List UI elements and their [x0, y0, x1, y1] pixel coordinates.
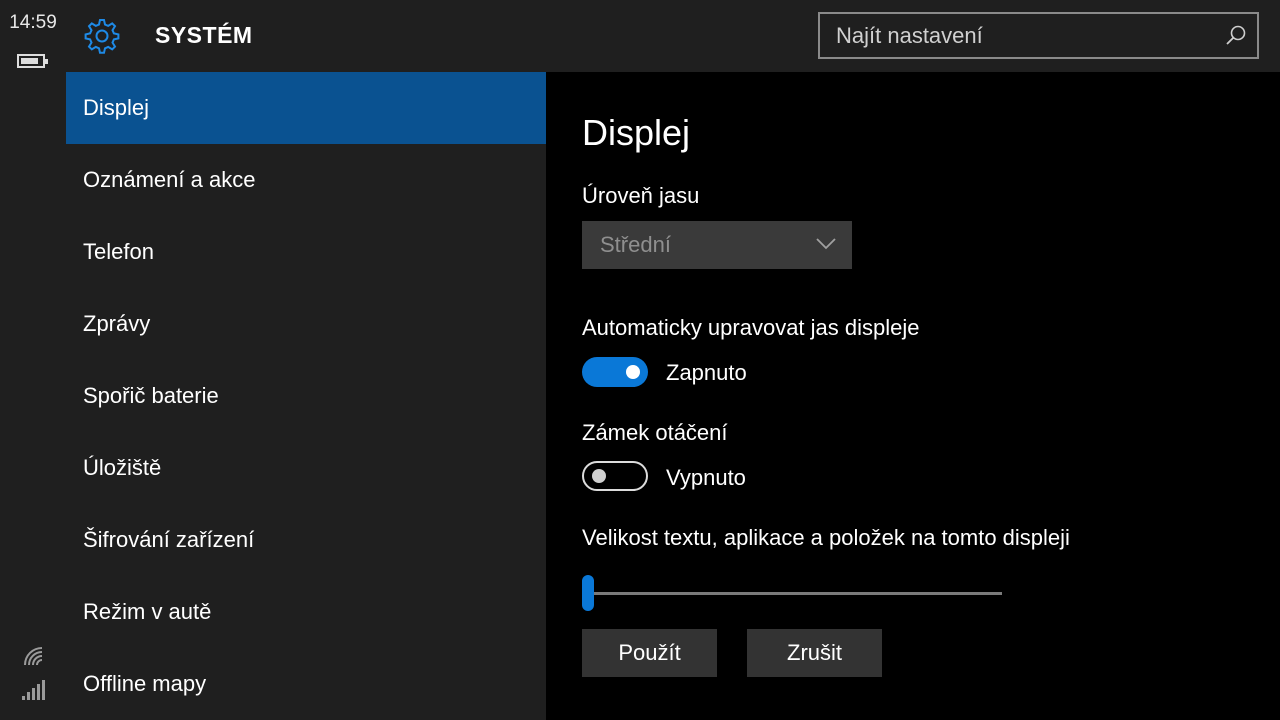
auto-brightness-toggle[interactable]	[582, 357, 648, 387]
sidebar: Displej Oznámení a akce Telefon Zprávy S…	[66, 72, 546, 720]
auto-brightness-label: Automaticky upravovat jas displeje	[582, 315, 920, 340]
gear-icon	[84, 19, 120, 54]
page-title: Displej	[582, 112, 691, 153]
search-input[interactable]	[820, 14, 1200, 57]
sidebar-item-offline-mapy[interactable]: Offline mapy	[66, 648, 546, 720]
search-box[interactable]	[818, 12, 1259, 59]
text-size-label: Velikost textu, aplikace a položek na to…	[582, 525, 1070, 550]
search-icon[interactable]	[1225, 24, 1247, 46]
cancel-button[interactable]: Zrušit	[747, 629, 882, 677]
rotation-lock-state: Vypnuto	[666, 465, 746, 490]
chevron-down-icon	[816, 238, 836, 250]
sidebar-item-rezim-v-aute[interactable]: Režim v autě	[66, 576, 546, 648]
sidebar-item-sporic-baterie[interactable]: Spořič baterie	[66, 360, 546, 432]
rotation-lock-toggle[interactable]	[582, 461, 648, 491]
slider-thumb[interactable]	[582, 575, 594, 611]
sidebar-item-sifrovani[interactable]: Šifrování zařízení	[66, 504, 546, 576]
cellular-signal-icon	[22, 680, 45, 700]
text-size-slider[interactable]	[582, 575, 1002, 611]
sidebar-item-uloziste[interactable]: Úložiště	[66, 432, 546, 504]
sidebar-item-oznameni[interactable]: Oznámení a akce	[66, 144, 546, 216]
rotation-lock-label: Zámek otáčení	[582, 420, 728, 445]
auto-brightness-state: Zapnuto	[666, 360, 747, 385]
header: SYSTÉM	[66, 0, 1280, 72]
brightness-label: Úroveň jasu	[582, 183, 700, 208]
sidebar-item-telefon[interactable]: Telefon	[66, 216, 546, 288]
status-clock: 14:59	[9, 12, 57, 33]
sidebar-item-displej[interactable]: Displej	[66, 72, 546, 144]
battery-icon	[17, 54, 48, 68]
status-bar: 14:59	[0, 0, 66, 720]
page-header-title: SYSTÉM	[155, 22, 253, 48]
brightness-dropdown[interactable]: Střední	[582, 221, 852, 269]
brightness-value: Střední	[600, 232, 671, 257]
wifi-icon	[24, 647, 43, 666]
main-content: Displej Úroveň jasu Střední Automaticky …	[546, 72, 1280, 720]
sidebar-item-zpravy[interactable]: Zprávy	[66, 288, 546, 360]
slider-track[interactable]	[582, 592, 1002, 595]
apply-button[interactable]: Použít	[582, 629, 717, 677]
